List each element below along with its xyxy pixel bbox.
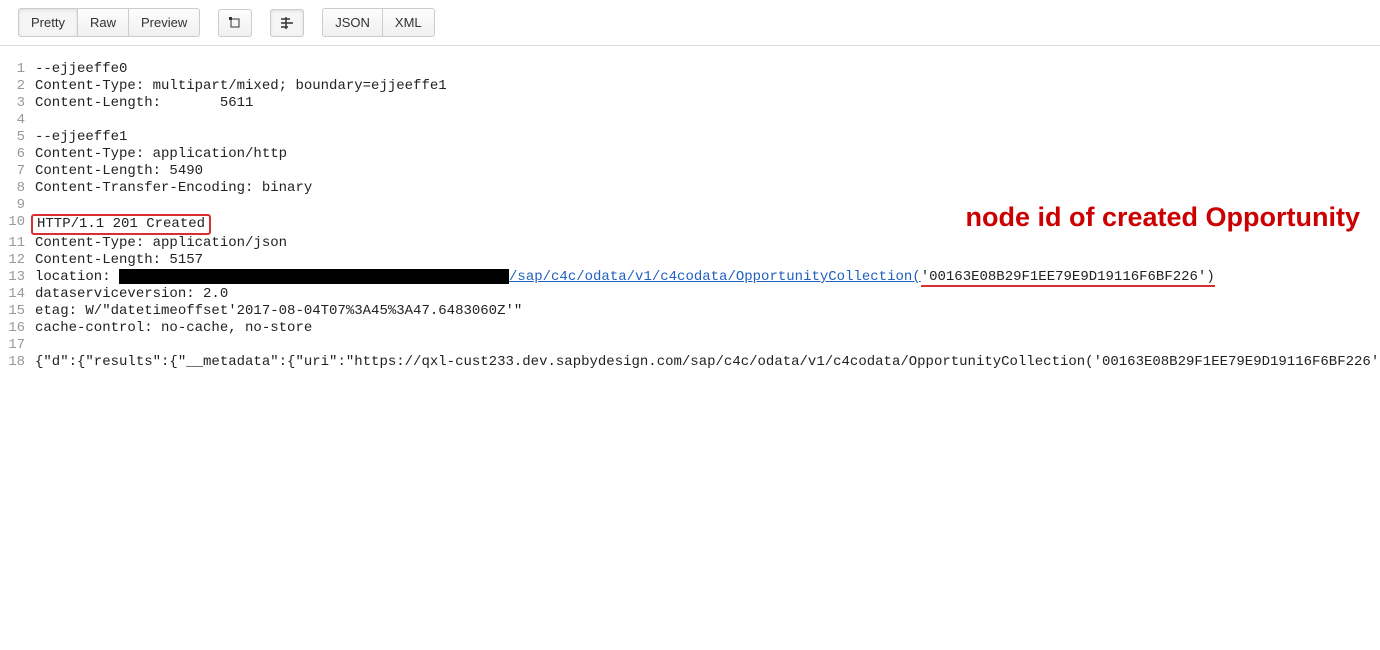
code-line: Content-Type: application/json <box>35 235 287 252</box>
line-number: 12 <box>0 252 35 269</box>
copy-button[interactable] <box>218 9 252 37</box>
line-number: 1 <box>0 61 35 78</box>
line-number: 6 <box>0 146 35 163</box>
code-line: Content-Length: 5490 <box>35 163 203 180</box>
raw-tab[interactable]: Raw <box>77 8 129 37</box>
view-mode-group: Pretty Raw Preview <box>18 8 200 37</box>
format-group: JSON XML <box>322 8 434 37</box>
line-number: 17 <box>0 337 35 354</box>
xml-tab[interactable]: XML <box>382 8 435 37</box>
http-status-line: HTTP/1.1 201 Created <box>31 214 211 235</box>
preview-tab[interactable]: Preview <box>128 8 200 37</box>
wrap-icon <box>280 16 294 30</box>
tool-group-2 <box>270 9 304 37</box>
line-number: 2 <box>0 78 35 95</box>
line-number: 9 <box>0 197 35 214</box>
line-number: 11 <box>0 235 35 252</box>
line-number: 13 <box>0 269 35 286</box>
line-number: 7 <box>0 163 35 180</box>
pretty-tab[interactable]: Pretty <box>18 8 78 37</box>
redacted-host <box>119 269 509 284</box>
line-number: 14 <box>0 286 35 303</box>
line-number: 8 <box>0 180 35 197</box>
code-line: etag: W/"datetimeoffset'2017-08-04T07%3A… <box>35 303 522 320</box>
json-body-line: {"d":{"results":{"__metadata":{"uri":"ht… <box>35 354 1340 371</box>
code-line: cache-control: no-cache, no-store <box>35 320 312 337</box>
json-tab[interactable]: JSON <box>322 8 383 37</box>
response-body: node id of created Opportunity 1--ejjeef… <box>0 46 1380 371</box>
line-number: 10 <box>0 214 35 235</box>
code-line: Content-Length: 5611 <box>35 95 253 112</box>
line-number: 15 <box>0 303 35 320</box>
code-line: Content-Type: application/http <box>35 146 287 163</box>
tool-group-1 <box>218 9 252 37</box>
line-number: 5 <box>0 129 35 146</box>
code-line: --ejjeeffe1 <box>35 129 127 146</box>
line-number: 18 <box>0 354 35 371</box>
code-line: Content-Transfer-Encoding: binary <box>35 180 312 197</box>
code-line: Content-Length: 5157 <box>35 252 203 269</box>
opportunity-guid: '00163E08B29F1EE79E9D19116F6BF226') <box>921 269 1215 287</box>
copy-icon <box>228 16 242 30</box>
code-line: Content-Type: multipart/mixed; boundary=… <box>35 78 447 95</box>
location-header-line: location: /sap/c4c/odata/v1/c4codata/Opp… <box>35 269 1215 286</box>
line-number: 16 <box>0 320 35 337</box>
line-number: 4 <box>0 112 35 129</box>
wrap-button[interactable] <box>270 9 304 37</box>
code-line: --ejjeeffe0 <box>35 61 127 78</box>
code-line: dataserviceversion: 2.0 <box>35 286 228 303</box>
response-toolbar: Pretty Raw Preview JSON XML <box>0 0 1380 46</box>
location-url[interactable]: /sap/c4c/odata/v1/c4codata/OpportunityCo… <box>509 269 921 285</box>
line-number: 3 <box>0 95 35 112</box>
